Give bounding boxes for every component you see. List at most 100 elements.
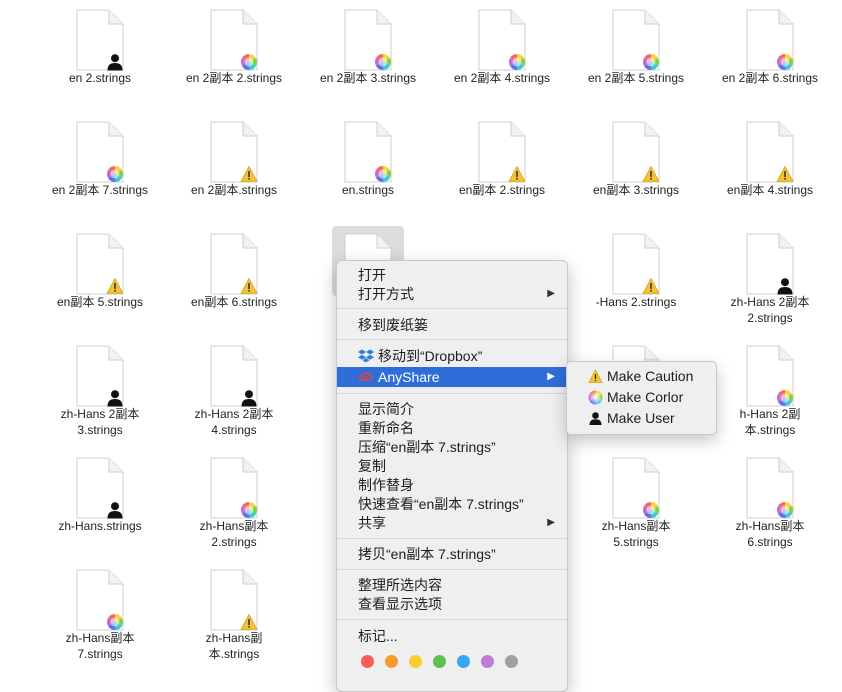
submenu-make-caution[interactable]: Make Caution xyxy=(567,366,716,387)
caution-icon xyxy=(588,369,603,384)
caution-badge-icon xyxy=(508,165,526,183)
file-name-text: en 2副本 7.strings xyxy=(51,183,149,197)
file-item[interactable]: en 2.strings xyxy=(40,0,160,110)
file-item[interactable]: zh-Hans副本 5.strings xyxy=(576,448,696,558)
menu-show-view-options[interactable]: 查看显示选项 xyxy=(337,594,567,614)
tag-color-dot[interactable] xyxy=(481,655,494,668)
color-wheel-badge-icon xyxy=(106,613,124,631)
document-icon xyxy=(76,345,124,407)
menu-duplicate[interactable]: 复制 xyxy=(337,456,567,476)
menu-open-label: 打开 xyxy=(358,267,386,283)
document-icon xyxy=(746,345,794,407)
menu-compress[interactable]: 压缩“en副本 7.strings” xyxy=(337,437,567,457)
menu-open-with[interactable]: 打开方式 ▶ xyxy=(337,284,567,304)
menu-separator xyxy=(337,619,567,620)
file-name-text: en 2副本 3.strings xyxy=(319,71,417,85)
file-item[interactable]: zh-Hans副 本.strings xyxy=(174,560,294,670)
file-item[interactable]: en副本 5.strings xyxy=(40,224,160,334)
color-wheel-badge-icon xyxy=(776,501,794,519)
tag-color-dot[interactable] xyxy=(505,655,518,668)
submenu-make-user[interactable]: Make User xyxy=(567,408,716,429)
color-wheel-badge-icon xyxy=(374,165,392,183)
file-item[interactable]: zh-Hans 2副本 2.strings xyxy=(710,224,830,334)
document-icon xyxy=(612,9,660,71)
file-name: en 2副本 7.strings xyxy=(40,182,160,198)
file-item[interactable]: zh-Hans副本 7.strings xyxy=(40,560,160,670)
file-name-text: en.strings xyxy=(341,183,395,197)
menu-separator xyxy=(337,393,567,394)
file-name-text: zh-Hans副本 7.strings xyxy=(65,631,135,661)
document-icon xyxy=(746,457,794,519)
menu-get-info[interactable]: 显示简介 xyxy=(337,399,567,419)
menu-anyshare[interactable]: AnyShare ▶ xyxy=(337,367,567,387)
tag-color-dot[interactable] xyxy=(457,655,470,668)
menu-alias-label: 制作替身 xyxy=(358,477,414,493)
file-item[interactable]: zh-Hans.strings xyxy=(40,448,160,558)
file-name: en副本 4.strings xyxy=(710,182,830,198)
menu-clean-up-selection[interactable]: 整理所选内容 xyxy=(337,575,567,595)
file-item[interactable]: en 2副本 7.strings xyxy=(40,112,160,222)
menu-rename[interactable]: 重新命名 xyxy=(337,418,567,438)
file-name-text: en 2副本.strings xyxy=(190,183,278,197)
menu-tags[interactable]: 标记... xyxy=(337,626,567,646)
file-item[interactable]: en 2副本 6.strings xyxy=(710,0,830,110)
menu-rename-label: 重新命名 xyxy=(358,420,414,436)
file-name-text: zh-Hans 2副本 2.strings xyxy=(730,295,810,325)
file-name: h-Hans 2副 本.strings xyxy=(710,406,830,438)
file-item[interactable]: zh-Hans副本 6.strings xyxy=(710,448,830,558)
file-name-text: en 2.strings xyxy=(68,71,132,85)
file-item[interactable]: -Hans 2.strings xyxy=(576,224,696,334)
menu-move-to-dropbox[interactable]: 移动到“Dropbox” xyxy=(337,346,567,366)
menu-get-info-label: 显示简介 xyxy=(358,401,414,417)
context-menu: 打开 打开方式 ▶ 移到废纸篓 移动到“Dropbox” AnyShare ▶ 显… xyxy=(336,260,568,692)
user-badge-icon xyxy=(776,277,794,295)
file-name: zh-Hans 2副本 3.strings xyxy=(40,406,160,438)
file-name: zh-Hans副本 5.strings xyxy=(576,518,696,550)
menu-make-alias[interactable]: 制作替身 xyxy=(337,475,567,495)
file-name-text: en副本 3.strings xyxy=(592,183,680,197)
menu-separator xyxy=(337,308,567,309)
file-item[interactable]: en副本 4.strings xyxy=(710,112,830,222)
menu-separator xyxy=(337,538,567,539)
file-item[interactable]: en 2副本 4.strings xyxy=(442,0,562,110)
menu-quick-look[interactable]: 快速查看“en副本 7.strings” xyxy=(337,494,567,514)
menu-copy[interactable]: 拷贝“en副本 7.strings” xyxy=(337,544,567,564)
color-wheel-icon xyxy=(588,390,603,405)
menu-share[interactable]: 共享 ▶ xyxy=(337,513,567,533)
file-item[interactable]: en副本 6.strings xyxy=(174,224,294,334)
menu-open-with-label: 打开方式 xyxy=(358,286,414,302)
menu-tags-label: 标记... xyxy=(358,628,398,644)
file-name-text: zh-Hans副 本.strings xyxy=(205,631,263,661)
file-name-text: zh-Hans副本 6.strings xyxy=(735,519,805,549)
file-item[interactable]: en 2副本.strings xyxy=(174,112,294,222)
document-icon xyxy=(210,121,258,183)
document-icon xyxy=(746,9,794,71)
file-item[interactable]: en副本 2.strings xyxy=(442,112,562,222)
file-item[interactable]: en 2副本 3.strings xyxy=(308,0,428,110)
document-icon xyxy=(76,9,124,71)
file-name: zh-Hans.strings xyxy=(40,518,160,534)
file-name-text: en副本 2.strings xyxy=(458,183,546,197)
menu-move-to-trash[interactable]: 移到废纸篓 xyxy=(337,315,567,335)
file-item[interactable]: en副本 3.strings xyxy=(576,112,696,222)
submenu-make-color[interactable]: Make Corlor xyxy=(567,387,716,408)
file-item[interactable]: zh-Hans副本 2.strings xyxy=(174,448,294,558)
file-item[interactable]: en.strings xyxy=(308,112,428,222)
tag-color-dot[interactable] xyxy=(361,655,374,668)
tag-color-dot[interactable] xyxy=(385,655,398,668)
file-name: en 2.strings xyxy=(40,70,160,86)
file-name: zh-Hans副本 7.strings xyxy=(40,630,160,662)
file-item[interactable]: en 2副本 5.strings xyxy=(576,0,696,110)
file-name-text: en副本 4.strings xyxy=(726,183,814,197)
file-name-text: en 2副本 4.strings xyxy=(453,71,551,85)
caution-badge-icon xyxy=(106,277,124,295)
user-badge-icon xyxy=(106,501,124,519)
color-wheel-badge-icon xyxy=(240,501,258,519)
file-item[interactable]: en 2副本 2.strings xyxy=(174,0,294,110)
tag-color-dot[interactable] xyxy=(433,655,446,668)
file-item[interactable]: h-Hans 2副 本.strings xyxy=(710,336,830,446)
tag-color-dot[interactable] xyxy=(409,655,422,668)
file-item[interactable]: zh-Hans 2副本 3.strings xyxy=(40,336,160,446)
menu-open[interactable]: 打开 xyxy=(337,265,567,285)
file-item[interactable]: zh-Hans 2副本 4.strings xyxy=(174,336,294,446)
